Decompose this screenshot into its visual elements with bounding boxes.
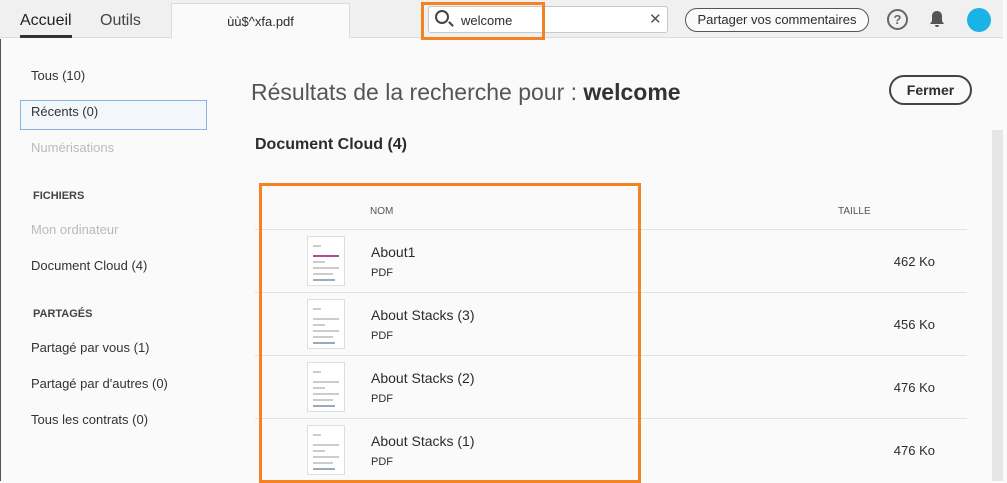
close-button[interactable]: Fermer: [889, 75, 972, 105]
sidebar-item-contracts[interactable]: Tous les contrats (0): [31, 412, 148, 427]
title-prefix: Résultats de la recherche pour :: [251, 79, 584, 105]
scrollbar[interactable]: [992, 130, 1003, 481]
clear-search-icon[interactable]: ✕: [649, 10, 662, 28]
sidebar-item-shared-by-you[interactable]: Partagé par vous (1): [31, 340, 150, 355]
top-bar: Accueil Outils ùù$^xfa.pdf welcome ✕ Par…: [0, 0, 1003, 40]
sidebar: Tous (10) Récents (0) Numérisations FICH…: [0, 39, 225, 481]
share-feedback-button[interactable]: Partager vos commentaires: [685, 8, 869, 32]
document-tab[interactable]: ùù$^xfa.pdf: [171, 3, 350, 38]
sidebar-item-tous[interactable]: Tous (10): [31, 68, 85, 83]
file-size: 476 Ko: [893, 443, 935, 458]
tab-accueil[interactable]: Accueil: [20, 12, 72, 38]
highlight-box: [421, 2, 545, 40]
sidebar-item-shared-by-others[interactable]: Partagé par d'autres (0): [31, 376, 168, 391]
avatar[interactable]: [967, 8, 991, 32]
sidebar-item-document-cloud[interactable]: Document Cloud (4): [31, 258, 147, 273]
sidebar-item-recents[interactable]: Récents (0): [31, 104, 98, 119]
help-icon[interactable]: ?: [887, 9, 908, 30]
file-size: 476 Ko: [893, 380, 935, 395]
bell-icon[interactable]: [929, 10, 945, 28]
sidebar-item-numerisations[interactable]: Numérisations: [31, 140, 114, 155]
column-size[interactable]: TAILLE: [838, 206, 871, 217]
tab-outils[interactable]: Outils: [100, 12, 141, 30]
section-title: Document Cloud (4): [255, 136, 407, 153]
highlight-box: [259, 183, 641, 483]
shared-header: PARTAGÉS: [33, 308, 93, 320]
title-query: welcome: [583, 79, 681, 105]
file-size: 462 Ko: [893, 254, 935, 269]
page-title: Résultats de la recherche pour : welcome: [251, 79, 681, 106]
file-size: 456 Ko: [893, 317, 935, 332]
files-header: FICHIERS: [33, 190, 85, 202]
sidebar-item-mon-ordinateur[interactable]: Mon ordinateur: [31, 222, 118, 237]
